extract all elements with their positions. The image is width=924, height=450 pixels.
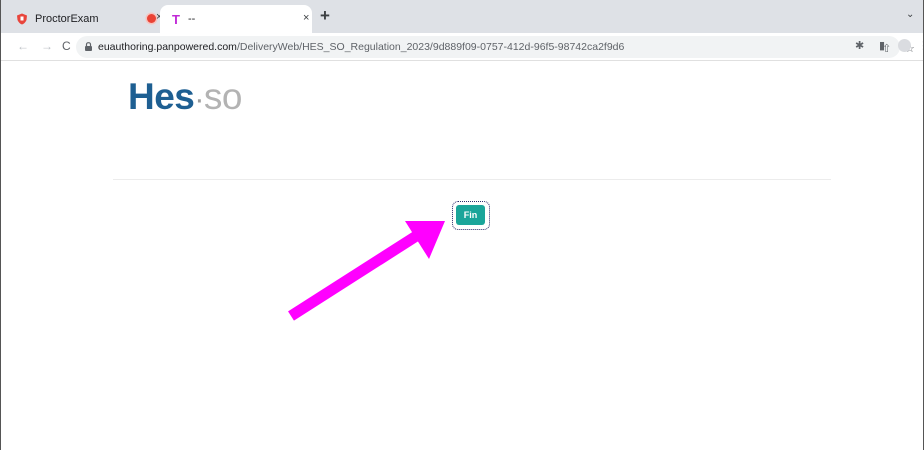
back-arrow-icon[interactable]: ← [17, 39, 29, 53]
forward-arrow-icon[interactable]: → [41, 39, 53, 53]
recording-icon [147, 14, 156, 23]
tab-active[interactable]: T -- × [160, 5, 312, 33]
tab-proctorexam[interactable]: ProctorExam × [10, 5, 162, 33]
url-path: /DeliveryWeb/HES_SO_Regulation_2023/9d88… [236, 41, 625, 53]
side-panel-icon[interactable]: ▮ [879, 39, 885, 52]
reload-icon[interactable]: C [62, 39, 71, 53]
extensions-puzzle-icon[interactable]: ✱ [855, 39, 864, 52]
logo-dot: · [194, 83, 204, 116]
tab-strip: ProctorExam × T -- × + ⌄ [1, 0, 923, 33]
logo-part-hes: Hes [128, 76, 195, 117]
header-divider [113, 179, 831, 180]
fin-button-focus-ring: Fin [452, 201, 490, 230]
menu-kebab-icon[interactable]: ⋮ [918, 39, 923, 52]
profile-avatar-icon[interactable] [898, 39, 911, 52]
tab-title: -- [187, 13, 196, 25]
fin-button[interactable]: Fin [456, 205, 485, 225]
page-content: Hes·so Fin [1, 61, 923, 450]
t-favicon-icon: T [172, 11, 180, 27]
close-icon[interactable]: × [303, 12, 309, 24]
logo-part-so: so [203, 76, 243, 117]
shield-icon [17, 13, 27, 25]
tab-search-chevron-icon[interactable]: ⌄ [906, 9, 914, 20]
url-text[interactable]: euauthoring.panpowered.com/DeliveryWeb/H… [98, 41, 624, 53]
tab-title: ProctorExam [35, 13, 99, 25]
browser-window: ProctorExam × T -- × + ⌄ ← → C euauthori… [0, 0, 924, 450]
address-bar[interactable]: euauthoring.panpowered.com/DeliveryWeb/H… [76, 36, 915, 58]
lock-icon[interactable] [85, 42, 92, 51]
url-host: euauthoring.panpowered.com [98, 41, 237, 53]
hes-so-logo: Hes·so [128, 75, 242, 122]
new-tab-button[interactable]: + [320, 6, 330, 26]
browser-toolbar: ← → C euauthoring.panpowered.com/Deliver… [1, 33, 923, 61]
